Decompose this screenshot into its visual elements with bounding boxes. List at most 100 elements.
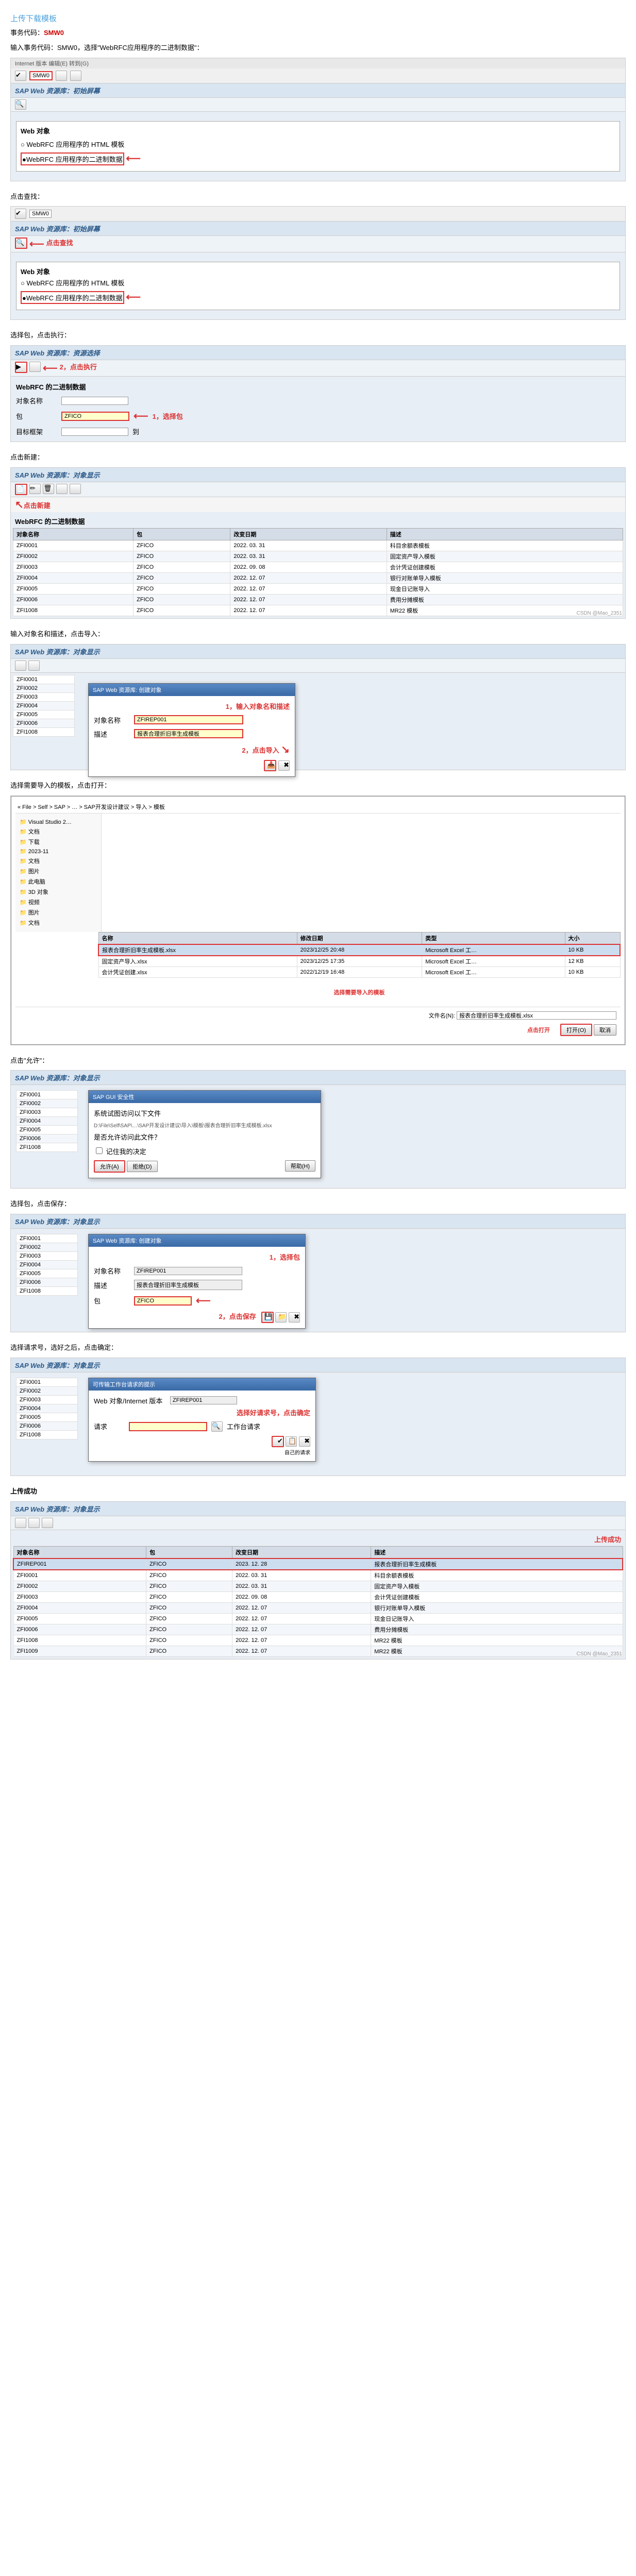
table-row[interactable]: ZFI1008 [16, 1287, 78, 1296]
toolbar-btn[interactable] [28, 660, 40, 671]
deny-btn[interactable]: 拒绝(D) [127, 1161, 157, 1172]
table-row[interactable]: ZFI1008 [13, 727, 75, 736]
table-row[interactable]: ZFI0005 [16, 1126, 78, 1134]
help-btn[interactable]: 帮助(H) [285, 1160, 315, 1172]
table-row[interactable]: ZFI0005 [16, 1413, 78, 1421]
table-row[interactable]: ZFI1008ZFICO2022. 12. 07MR22 模板 [13, 1635, 623, 1646]
table-row[interactable]: ZFI0004ZFICO2022. 12. 07银行对账单导入模板 [13, 572, 623, 583]
table-row[interactable]: ZFI0005ZFICO2022. 12. 07现金日记账导入 [13, 583, 623, 594]
table-row[interactable]: ZFI0001 [16, 1091, 78, 1099]
execute-btn[interactable]: ▶ [15, 362, 27, 373]
toolbar-btn[interactable]: ✏ [29, 484, 41, 494]
table-row[interactable]: ZFI0001ZFICO2022. 03. 31科目余额表模板 [13, 540, 623, 551]
tcode-input[interactable]: SMW0 [29, 71, 53, 80]
request-input[interactable] [129, 1422, 207, 1431]
sidebar-item[interactable]: 📁 文档 [20, 856, 97, 866]
table-row[interactable]: ZFI0001ZFICO2022. 03. 31科目余额表模板 [13, 1570, 623, 1581]
file-row[interactable]: 报表合理折旧率生成模板.xlsx2023/12/25 20:48Microsof… [98, 944, 620, 956]
target-input[interactable] [61, 428, 128, 436]
allow-btn[interactable]: 允许(A) [94, 1160, 125, 1173]
toolbar-btn[interactable] [70, 71, 81, 81]
table-row[interactable]: ZFI0006 [16, 1421, 78, 1430]
col-header[interactable]: 对象名称 [13, 1546, 146, 1558]
table-row[interactable]: ZFI0006ZFICO2022. 12. 07费用分摊模板 [13, 594, 623, 605]
cancel-btn[interactable]: ✖ [299, 1436, 310, 1447]
sidebar-item[interactable]: 📁 图片 [20, 907, 97, 918]
table-row[interactable]: ZFI1009ZFICO2022. 12. 07MR22 模板 [13, 1646, 623, 1656]
pkg-input[interactable] [61, 412, 129, 421]
desc-input[interactable] [134, 729, 243, 738]
confirm-btn[interactable]: ✔ [272, 1436, 284, 1447]
table-row[interactable]: ZFI0006 [16, 1278, 78, 1287]
toolbar-btn[interactable] [56, 484, 68, 494]
filename-input[interactable] [457, 1011, 616, 1020]
check-icon[interactable]: ✔ [15, 71, 26, 81]
toolbar-btn[interactable] [42, 1518, 53, 1528]
table-row[interactable]: ZFI0003 [16, 1108, 78, 1117]
table-row[interactable]: ZFI0003ZFICO2022. 09. 08会计凭证创建模板 [13, 562, 623, 572]
table-row-new[interactable]: ZFIREP001ZFICO2023. 12. 28报表合理折旧率生成模板 [13, 1558, 623, 1570]
toolbar-btn[interactable] [29, 362, 41, 372]
radio-binary[interactable]: ●WebRFC 应用程序的二进制数据 [21, 291, 124, 304]
table-row[interactable]: ZFI0004 [13, 701, 75, 710]
cancel-btn[interactable]: 取消 [594, 1024, 616, 1036]
remember-checkbox[interactable] [96, 1147, 103, 1154]
sidebar-item[interactable]: 📁 2023-11 [20, 847, 97, 856]
col-header[interactable]: 包 [146, 1546, 232, 1558]
radio-html[interactable]: ○ WebRFC 应用程序的 HTML 模板 [21, 138, 615, 150]
radio-binary[interactable]: ●WebRFC 应用程序的二进制数据 [21, 152, 124, 165]
objname-input[interactable] [134, 715, 243, 724]
cancel-btn[interactable]: ✖ [278, 760, 290, 771]
table-row[interactable]: ZFI0005 [16, 1269, 78, 1278]
table-row[interactable]: ZFI0006 [16, 1134, 78, 1143]
table-row[interactable]: ZFI0003ZFICO2022. 09. 08会计凭证创建模板 [13, 1591, 623, 1602]
search-help-btn[interactable]: 🔍 [211, 1421, 223, 1432]
find-btn[interactable]: 🔍 [15, 238, 27, 249]
toolbar-btn[interactable] [15, 660, 26, 671]
toolbar-btn[interactable]: 🗑 [43, 484, 54, 494]
table-row[interactable]: ZFI0003 [16, 1395, 78, 1404]
col-header[interactable]: 改变日期 [230, 528, 387, 540]
open-btn[interactable]: 打开(O) [560, 1024, 592, 1036]
table-row[interactable]: ZFI0002ZFICO2022. 03. 31固定资产导入模板 [13, 551, 623, 562]
local-btn[interactable]: 📁 [275, 1312, 287, 1323]
file-row[interactable]: 固定资产导入.xlsx2023/12/25 17:35Microsoft Exc… [98, 956, 620, 967]
check-icon[interactable]: ✔ [15, 209, 26, 219]
col-header[interactable]: 改变日期 [232, 1546, 371, 1558]
table-row[interactable]: ZFI0002 [16, 1243, 78, 1252]
find-btn[interactable]: 🔍 [15, 99, 26, 110]
sidebar-item[interactable]: 📁 此电脑 [20, 876, 97, 887]
table-row[interactable]: ZFI0005 [13, 710, 75, 719]
cancel-btn[interactable]: ✖ [289, 1312, 300, 1323]
col-header[interactable]: 描述 [371, 1546, 623, 1558]
path-bar[interactable]: « File > Self > SAP > … > SAP开发设计建议 > 导入… [15, 801, 621, 814]
table-row[interactable]: ZFI0004 [16, 1117, 78, 1126]
import-btn[interactable]: 📥 [264, 760, 276, 771]
save-btn[interactable]: 💾 [261, 1312, 274, 1323]
table-row[interactable]: ZFI0004 [16, 1261, 78, 1269]
table-row[interactable]: ZFI0002ZFICO2022. 03. 31固定资产导入模板 [13, 1581, 623, 1591]
table-row[interactable]: ZFI1008 [16, 1143, 78, 1152]
sidebar-item[interactable]: 📁 下载 [20, 837, 97, 847]
table-row[interactable]: ZFI0002 [16, 1386, 78, 1395]
toolbar-btn[interactable] [28, 1518, 40, 1528]
table-row[interactable]: ZFI0001 [16, 1234, 78, 1243]
sidebar-item[interactable]: 📁 文档 [20, 918, 97, 928]
table-row[interactable]: ZFI0004ZFICO2022. 12. 07银行对账单导入模板 [13, 1602, 623, 1613]
table-row[interactable]: ZFI0002 [13, 684, 75, 692]
table-row[interactable]: ZFI0002 [16, 1099, 78, 1108]
sidebar-item[interactable]: 📁 3D 对象 [20, 887, 97, 897]
file-row[interactable]: 会计凭证创建.xlsx2022/12/19 16:48Microsoft Exc… [98, 967, 620, 977]
new-btn[interactable]: 📄 [15, 484, 27, 495]
sidebar-item[interactable]: 📁 Visual Studio 2… [20, 818, 97, 826]
table-row[interactable]: ZFI0003 [16, 1252, 78, 1261]
col-header[interactable]: 描述 [387, 528, 623, 540]
pkg-input[interactable] [134, 1296, 192, 1306]
sidebar-item[interactable]: 📁 图片 [20, 866, 97, 876]
table-row[interactable]: ZFI0001 [16, 1378, 78, 1386]
toolbar-btn[interactable] [70, 484, 81, 494]
table-row[interactable]: ZFI1008ZFICO2022. 12. 07MR22 模板 [13, 605, 623, 616]
radio-html[interactable]: ○ WebRFC 应用程序的 HTML 模板 [21, 276, 615, 289]
own-req-btn[interactable]: 📋 [286, 1436, 297, 1447]
col-header[interactable]: 包 [133, 528, 230, 540]
